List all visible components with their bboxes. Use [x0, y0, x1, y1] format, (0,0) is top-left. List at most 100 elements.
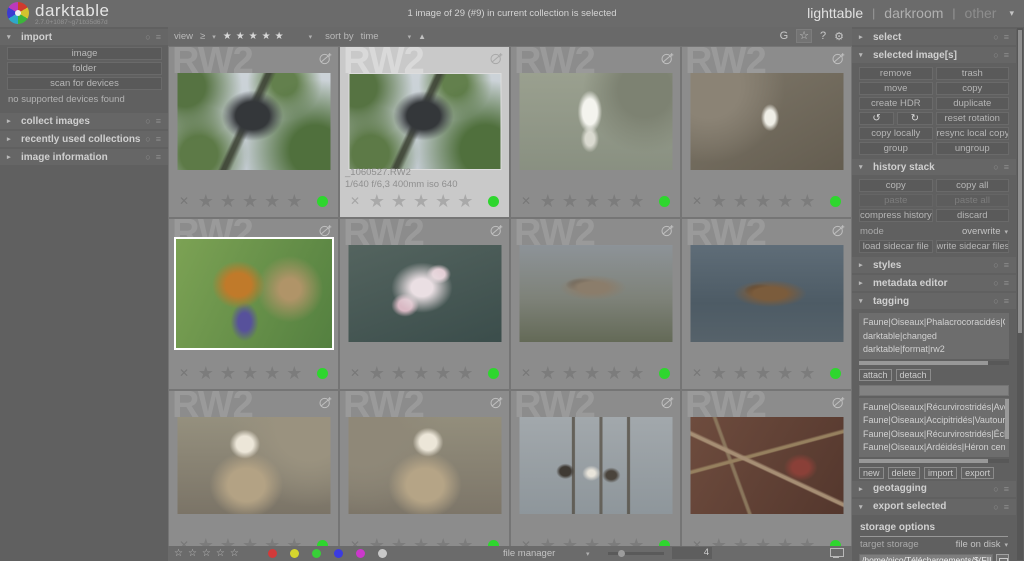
- reset-icon[interactable]: ○: [993, 162, 998, 172]
- reject-icon[interactable]: ✕: [521, 366, 531, 380]
- color-label-green[interactable]: [830, 195, 841, 207]
- mode-select[interactable]: overwrite ▾: [962, 226, 1008, 237]
- thumbnail-cell[interactable]: RW2✕★★★★★: [682, 391, 851, 546]
- chevron-down-icon[interactable]: ▾: [586, 550, 590, 558]
- panel-header-geotagging[interactable]: ▸ geotagging ○ ≡: [852, 480, 1016, 497]
- remove-button[interactable]: remove: [859, 67, 933, 80]
- ungroup-button[interactable]: ungroup: [935, 142, 1009, 155]
- thumbnail-photo[interactable]: [690, 417, 843, 514]
- preferences-gear-icon[interactable]: ⚙: [834, 30, 844, 43]
- folder-picker-icon[interactable]: [996, 553, 1009, 561]
- panel-header-recent-collections[interactable]: ▸ recently used collections ○ ≡: [0, 131, 168, 147]
- reset-icon[interactable]: ○: [145, 116, 150, 126]
- panel-header-export-selected[interactable]: ▾ export selected ○ ≡: [852, 498, 1016, 515]
- reject-icon[interactable]: ✕: [350, 366, 360, 380]
- import-tags-button[interactable]: import: [924, 466, 958, 479]
- chevron-down-icon[interactable]: ▾: [408, 33, 412, 41]
- thumbnail-cell[interactable]: RW2✕★★★★★: [682, 47, 851, 217]
- thumbnail-photo[interactable]: [348, 245, 501, 342]
- star-rating[interactable]: ★★★★★: [531, 191, 659, 211]
- star-rating[interactable]: ★★★★★: [702, 363, 830, 383]
- thumbnail-photo[interactable]: [348, 73, 501, 170]
- dictionary-tag[interactable]: Faune|Oiseaux|Accipitridés|Vautour fauve: [863, 414, 1005, 428]
- import-folder-button[interactable]: folder: [7, 62, 162, 75]
- color-label-green[interactable]: [317, 195, 328, 207]
- mode-lighttable[interactable]: lighttable: [807, 5, 863, 21]
- panel-header-import[interactable]: ▾ import ○ ≡: [0, 29, 168, 45]
- color-label-dot[interactable]: [268, 549, 277, 558]
- trash-button[interactable]: trash: [935, 67, 1009, 80]
- color-label-dot[interactable]: [334, 549, 343, 558]
- reject-icon[interactable]: ✕: [692, 538, 702, 546]
- color-label-green[interactable]: [317, 367, 328, 379]
- star-rating[interactable]: ★★★★★: [531, 535, 659, 546]
- group-button[interactable]: group: [859, 142, 933, 155]
- rating-filter-comparator[interactable]: ≥: [200, 31, 205, 42]
- panel-header-styles[interactable]: ▸ styles ○ ≡: [852, 257, 1016, 273]
- thumbnail-cell[interactable]: RW2✕★★★★★: [511, 47, 680, 217]
- presets-icon[interactable]: ≡: [156, 32, 161, 42]
- star-rating[interactable]: ★★★★★: [189, 535, 317, 546]
- move-button[interactable]: move: [859, 82, 933, 95]
- zoom-level-value[interactable]: 4: [672, 547, 712, 559]
- panel-header-collect-images[interactable]: ▸ collect images ○ ≡: [0, 113, 168, 129]
- attached-tag[interactable]: Faune|Oiseaux|Phalacrocoracidés|Grand Co…: [863, 316, 1005, 330]
- reset-icon[interactable]: ○: [145, 32, 150, 42]
- color-label-green[interactable]: [488, 195, 499, 207]
- thumbnail-photo[interactable]: [177, 73, 330, 170]
- color-label-dot[interactable]: [290, 549, 299, 558]
- export-path-input[interactable]: /home/nico/Téléchargements/$(FILE_NAME: [859, 553, 993, 561]
- tag-dictionary-hscrollbar[interactable]: [859, 458, 1009, 463]
- reset-icon[interactable]: ○: [993, 32, 998, 42]
- color-label-dot[interactable]: [378, 549, 387, 558]
- reset-icon[interactable]: ○: [993, 50, 998, 60]
- load-sidecar-button[interactable]: load sidecar file: [859, 240, 933, 253]
- reject-icon[interactable]: ✕: [521, 194, 531, 208]
- star-rating[interactable]: ★★★★★: [360, 535, 488, 546]
- star-rating[interactable]: ★★★★★: [189, 363, 317, 383]
- discard-button[interactable]: discard: [935, 209, 1009, 222]
- color-label-green[interactable]: [488, 367, 499, 379]
- presets-icon[interactable]: ≡: [1004, 278, 1009, 288]
- mode-other[interactable]: other: [965, 5, 997, 21]
- color-label-green[interactable]: [659, 367, 670, 379]
- reject-icon[interactable]: ✕: [692, 194, 702, 208]
- star-rating[interactable]: ★★★★★: [189, 191, 317, 211]
- reject-icon[interactable]: ✕: [521, 538, 531, 546]
- create-hdr-button[interactable]: create HDR: [859, 97, 933, 110]
- star-rating[interactable]: ★★★★★: [531, 363, 659, 383]
- import-image-button[interactable]: image: [7, 47, 162, 60]
- sort-value[interactable]: time: [361, 31, 379, 42]
- thumbnail-cell[interactable]: RW2✕★★★★★: [169, 47, 338, 217]
- thumbnail-photo[interactable]: [690, 73, 843, 170]
- panel-header-select[interactable]: ▸ select ○ ≡: [852, 29, 1016, 45]
- export-tags-button[interactable]: export: [961, 466, 995, 479]
- thumbnail-photo[interactable]: [519, 73, 672, 170]
- thumbnail-cell[interactable]: RW2✕★★★★★: [169, 391, 338, 546]
- zoom-slider[interactable]: [608, 550, 664, 557]
- reject-icon[interactable]: ✕: [692, 366, 702, 380]
- presets-icon[interactable]: ≡: [156, 152, 161, 162]
- history-copy-button[interactable]: copy: [859, 179, 933, 192]
- thumbnail-photo[interactable]: [690, 245, 843, 342]
- presets-icon[interactable]: ≡: [1004, 484, 1009, 494]
- rating-stars-filter[interactable]: ☆☆☆☆☆: [174, 548, 244, 559]
- attached-tags-hscrollbar[interactable]: [859, 360, 1009, 365]
- chevron-down-icon[interactable]: ▾: [212, 33, 216, 41]
- right-panel-scrollbar[interactable]: [1017, 28, 1023, 560]
- thumbnail-photo[interactable]: [519, 245, 672, 342]
- reject-icon[interactable]: ✕: [350, 538, 360, 546]
- rotate-ccw-icon[interactable]: ↺: [859, 112, 895, 125]
- presets-icon[interactable]: ≡: [1004, 32, 1009, 42]
- panel-header-selected-images[interactable]: ▾ selected image[s] ○ ≡: [852, 47, 1016, 63]
- dictionary-tag[interactable]: Faune|Oiseaux|Récurvirostridés|Avocette …: [863, 401, 1005, 415]
- rating-filter-stars[interactable]: ★★★★★: [223, 31, 288, 42]
- reset-icon[interactable]: ○: [145, 152, 150, 162]
- mode-darkroom[interactable]: darkroom: [884, 5, 943, 21]
- thumbnail-cell[interactable]: RW2✕★★★★★: [340, 391, 509, 546]
- copy-locally-button[interactable]: copy locally: [859, 127, 933, 140]
- presets-icon[interactable]: ≡: [156, 116, 161, 126]
- reset-icon[interactable]: ○: [993, 278, 998, 288]
- color-label-green[interactable]: [659, 195, 670, 207]
- panel-header-tagging[interactable]: ▾ tagging ○ ≡: [852, 293, 1016, 309]
